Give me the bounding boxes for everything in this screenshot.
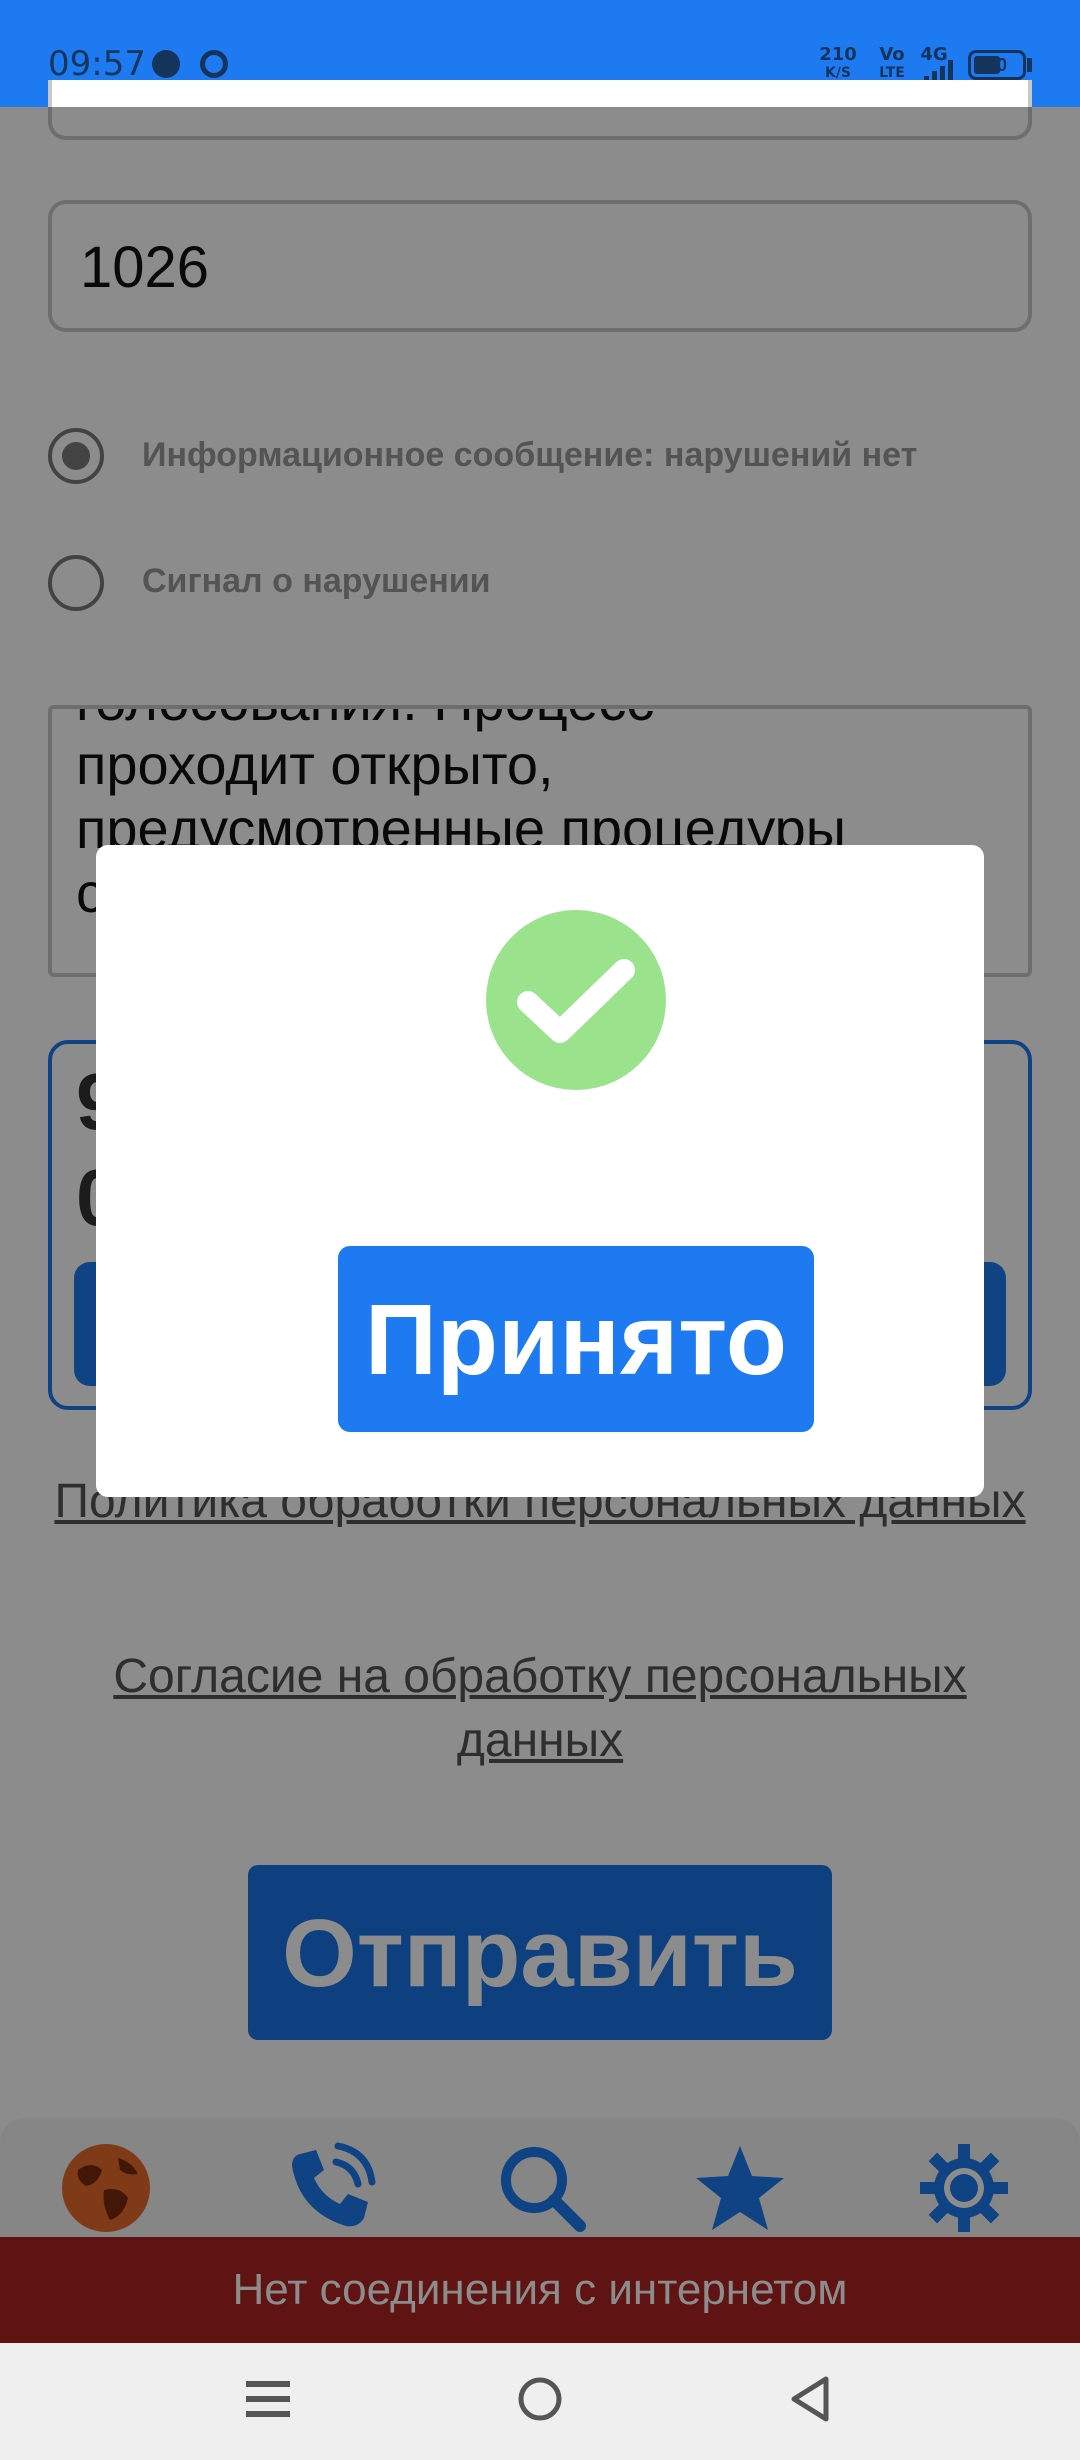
net-speed: 210 K/S	[819, 44, 857, 82]
battery-tip	[1027, 58, 1032, 72]
sync-notification-icon	[200, 50, 228, 78]
chat-notification-icon	[152, 50, 180, 78]
back-icon[interactable]	[788, 2375, 832, 2423]
system-nav-bar	[0, 2343, 1080, 2460]
recents-icon[interactable]	[246, 2375, 290, 2423]
accept-button[interactable]: Принято	[338, 1246, 814, 1432]
home-icon[interactable]	[516, 2375, 564, 2423]
battery-icon: 50	[968, 50, 1026, 80]
volte-indicator: Vo LTE	[879, 44, 905, 82]
status-time: 09:57	[48, 44, 146, 84]
check-circle-icon	[486, 910, 666, 1090]
